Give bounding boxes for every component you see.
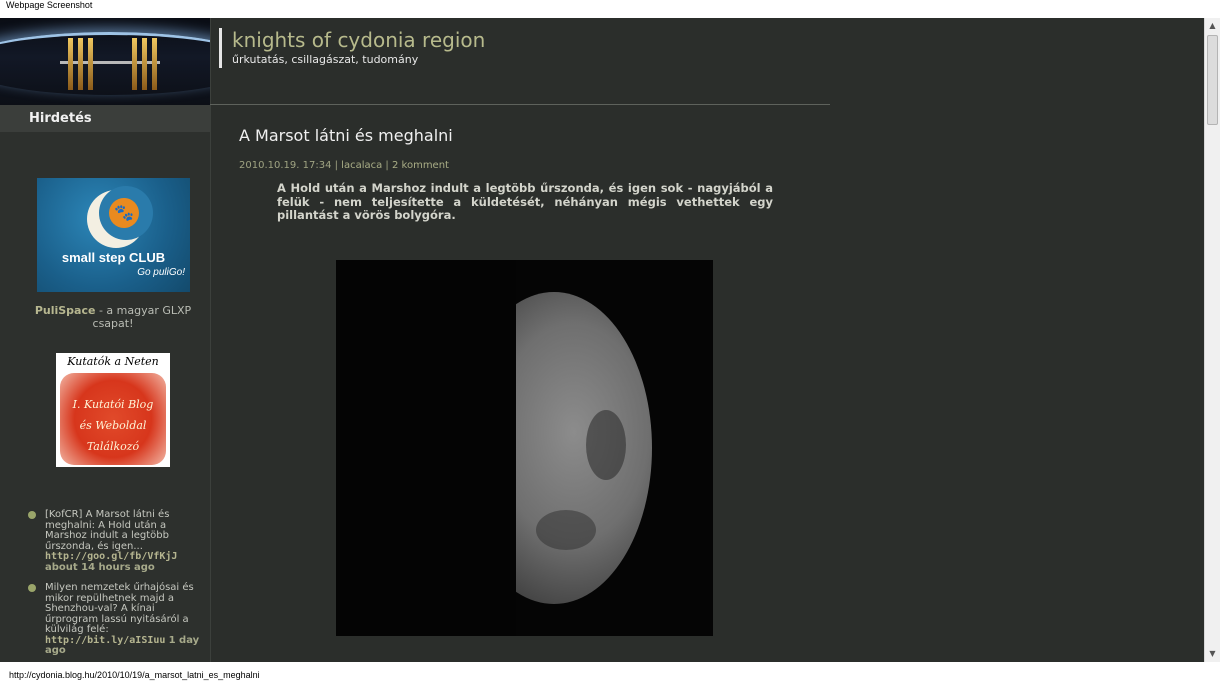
meta-separator: | — [382, 160, 392, 171]
sidebar: Hirdetés 🐾 small step CLUB Go puliGo! Pu… — [0, 18, 211, 662]
mars-photo — [336, 260, 713, 636]
status-bar-url: http://cydonia.blog.hu/2010/10/19/a_mars… — [0, 662, 1220, 681]
bullet-icon — [28, 584, 36, 592]
mars-surface-feature — [586, 410, 626, 480]
scroll-up-arrow-icon[interactable]: ▲ — [1205, 18, 1220, 34]
header-divider — [210, 104, 830, 105]
small-step-club-banner[interactable]: 🐾 small step CLUB Go puliGo! — [37, 178, 190, 292]
post-meta: 2010.10.19. 17:34 | lacalaca | 2 komment — [239, 160, 449, 171]
scroll-down-arrow-icon[interactable]: ▼ — [1205, 646, 1220, 662]
bullet-icon — [28, 511, 36, 519]
screenshot-caption: Webpage Screenshot — [6, 0, 93, 10]
tweet-link[interactable]: http://bit.ly/aISIuu — [45, 635, 165, 646]
solar-panel — [88, 38, 93, 90]
sidebar-title: Hirdetés — [0, 105, 210, 132]
solar-panel — [142, 38, 147, 90]
browser-viewport: Hirdetés 🐾 small step CLUB Go puliGo! Pu… — [0, 18, 1204, 662]
pulispace-link[interactable]: PuliSpace — [35, 304, 96, 317]
header-image — [0, 18, 210, 105]
vertical-scrollbar[interactable]: ▲ ▼ — [1204, 18, 1220, 662]
title-accent-bar — [219, 28, 222, 68]
twitter-feed: [KofCR] A Marsot látni és meghalni: A Ho… — [28, 509, 204, 662]
solar-panel — [68, 38, 73, 90]
mars-night-side — [336, 260, 516, 636]
tweet-link[interactable]: http://goo.gl/fb/VfKjJ — [45, 551, 177, 562]
ad-line2: Go puliGo! — [137, 267, 185, 278]
mars-surface-feature — [536, 510, 596, 550]
site-title[interactable]: knights of cydonia region — [232, 28, 485, 52]
scroll-thumb[interactable] — [1207, 35, 1218, 125]
tweet-text: [KofCR] A Marsot látni és meghalni: A Ho… — [45, 509, 170, 552]
post-author-link[interactable]: lacalaca — [341, 160, 382, 171]
solar-panel — [78, 38, 83, 90]
pulispace-caption: PuliSpace - a magyar GLXP csapat! — [20, 304, 206, 330]
meta-separator: | — [331, 160, 342, 171]
tweet-item: Milyen nemzetek űrhajósai és mikor repül… — [28, 582, 204, 657]
paw-icon: 🐾 — [109, 198, 139, 228]
tweet-item: [KofCR] A Marsot látni és meghalni: A Ho… — [28, 509, 204, 573]
kutatok-line: és Weboldal — [79, 419, 147, 432]
solar-panel — [152, 38, 157, 90]
solar-panel — [132, 38, 137, 90]
kutatok-heading: Kutatók a Neten — [67, 355, 159, 368]
kutatok-line: I. Kutatói Blog — [72, 398, 154, 411]
post-date: 2010.10.19. 17:34 — [239, 160, 332, 171]
post-comments-link[interactable]: 2 komment — [392, 160, 449, 171]
post-title[interactable]: A Marsot látni és meghalni — [239, 126, 453, 145]
kutatok-line: Találkozó — [86, 440, 140, 453]
ad-line1: small step CLUB — [61, 250, 166, 265]
post-lead: A Hold után a Marshoz indult a legtöbb ű… — [277, 181, 773, 222]
site-subtitle: űrkutatás, csillagászat, tudomány — [232, 53, 419, 66]
tweet-text: Milyen nemzetek űrhajósai és mikor repül… — [45, 582, 194, 635]
tweet-time[interactable]: about 14 hours ago — [45, 562, 155, 573]
pulispace-text: - a magyar GLXP csapat! — [92, 304, 192, 330]
kutatok-a-neten-banner[interactable]: Kutatók a Neten I. Kutatói Blog és Webol… — [56, 353, 170, 467]
